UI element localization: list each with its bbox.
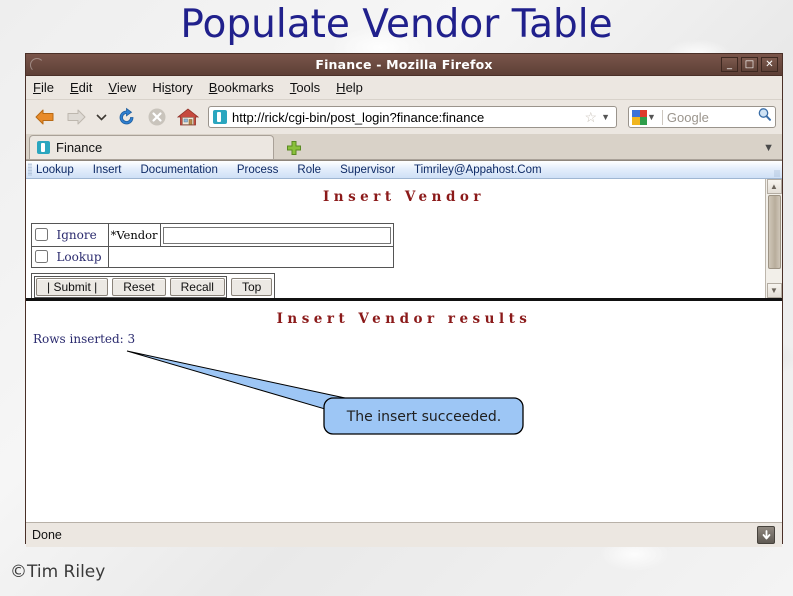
close-button[interactable]: ✕ [761, 57, 778, 72]
menu-history[interactable]: History [152, 80, 192, 95]
tab-strip: Finance ▼ [26, 134, 782, 160]
search-input[interactable]: Google [667, 110, 757, 125]
search-engine-chevron-down-icon[interactable]: ▼ [647, 112, 656, 122]
appnav-item-process[interactable]: Process [237, 164, 279, 176]
tab-list-chevron-down-icon[interactable]: ▼ [763, 142, 774, 154]
reload-icon[interactable] [113, 104, 139, 130]
scroll-up-icon[interactable]: ▲ [766, 179, 782, 194]
vendor-input[interactable] [162, 226, 391, 244]
tab-label: Finance [56, 140, 103, 155]
tab-finance[interactable]: Finance [29, 135, 274, 159]
appnav-item-documentation[interactable]: Documentation [141, 164, 218, 176]
menu-help[interactable]: Help [336, 80, 363, 95]
page-content: Lookup Insert Documentation Process Role… [26, 160, 782, 522]
form-heading: Insert Vendor [322, 189, 486, 205]
form-buttons-bar: | Submit | Reset Recall Top [31, 273, 276, 298]
navigation-toolbar: http://rick/cgi-bin/post_login?finance:f… [26, 100, 782, 134]
appnav-item-lookup[interactable]: Lookup [36, 164, 74, 176]
search-divider [661, 109, 663, 125]
search-bar[interactable]: ▼ Google [628, 106, 776, 128]
ignore-checkbox[interactable] [35, 228, 48, 242]
submit-button[interactable]: | Submit | [36, 278, 109, 296]
rows-inserted-text: Rows inserted: 3 [33, 332, 136, 346]
menu-view[interactable]: View [108, 80, 136, 95]
google-icon[interactable] [632, 109, 647, 125]
callout-text: The insert succeeded. [346, 409, 502, 425]
ignore-checkbox-cell[interactable]: Ignore [31, 223, 109, 247]
status-bar: Done [26, 522, 782, 547]
home-icon[interactable] [175, 104, 201, 130]
menu-file-rest: ile [40, 80, 54, 95]
browser-window: Finance - Mozilla Firefox _ □ ✕ File Edi… [25, 53, 783, 547]
insert-form-frame: Insert Vendor Ignore *Vendor Lookup | Su… [26, 179, 782, 301]
lookup-checkbox[interactable] [35, 250, 48, 264]
menu-bar: File Edit View History Bookmarks Tools H… [26, 76, 782, 100]
scroll-thumb[interactable] [767, 195, 781, 269]
scroll-down-icon[interactable]: ▼ [766, 283, 782, 298]
maximize-button[interactable]: □ [741, 57, 758, 72]
page-title: Populate Vendor Table [180, 2, 613, 47]
status-text: Done [32, 528, 62, 542]
download-arrow-icon[interactable] [757, 526, 775, 544]
primary-button-group: | Submit | Reset Recall [34, 276, 227, 298]
lookup-checkbox-cell[interactable]: Lookup [31, 246, 109, 268]
insert-form-table: Ignore *Vendor Lookup [31, 223, 394, 268]
star-icon[interactable]: ☆ [585, 109, 598, 126]
table-row: Lookup [31, 246, 394, 268]
toolbar-grip-icon[interactable] [28, 163, 32, 176]
window-title: Finance - Mozilla Firefox [315, 57, 493, 72]
menu-file[interactable]: File [33, 80, 54, 95]
appnav-item-supervisor[interactable]: Supervisor [340, 164, 395, 176]
magnifier-icon[interactable] [757, 107, 772, 127]
menu-edit[interactable]: Edit [70, 80, 92, 95]
history-dropdown-chevron-down-icon[interactable] [94, 104, 108, 130]
vendor-field-cell [159, 223, 394, 247]
top-button[interactable]: Top [230, 278, 273, 296]
scroll-track[interactable] [767, 194, 782, 283]
lookup-label: Lookup [56, 250, 102, 264]
appnav-item-user-email[interactable]: Timriley@Appahost.Com [414, 164, 542, 176]
reset-button[interactable]: Reset [112, 278, 166, 296]
new-tab-button[interactable] [282, 137, 306, 159]
minimize-button[interactable]: _ [721, 57, 738, 72]
stop-icon [144, 104, 170, 130]
resize-grip-icon[interactable] [774, 170, 780, 177]
empty-cell [107, 246, 394, 268]
vendor-field-label: *Vendor [107, 223, 161, 247]
window-controls: _ □ ✕ [721, 57, 778, 72]
table-row: Ignore *Vendor [31, 223, 394, 247]
recall-button[interactable]: Recall [169, 278, 225, 296]
back-arrow-icon[interactable] [32, 104, 58, 130]
appnav-item-role[interactable]: Role [297, 164, 321, 176]
ignore-label: Ignore [56, 228, 97, 242]
tab-favicon-icon [37, 141, 50, 154]
app-nav-bar: Lookup Insert Documentation Process Role… [26, 161, 782, 179]
menu-tools[interactable]: Tools [290, 80, 320, 95]
window-titlebar: Finance - Mozilla Firefox _ □ ✕ [26, 54, 782, 76]
results-heading: Insert Vendor results [276, 311, 532, 327]
menu-bookmarks[interactable]: Bookmarks [209, 80, 274, 95]
forward-arrow-icon [63, 104, 89, 130]
page-favicon-icon [213, 110, 227, 124]
url-chevron-down-icon[interactable]: ▼ [601, 112, 610, 122]
url-bar[interactable]: http://rick/cgi-bin/post_login?finance:f… [208, 106, 617, 128]
frame-scrollbar[interactable]: ▲ ▼ [765, 179, 782, 298]
url-input[interactable]: http://rick/cgi-bin/post_login?finance:f… [232, 110, 581, 125]
appnav-item-insert[interactable]: Insert [93, 164, 122, 176]
slide-footer: ©Tim Riley [10, 562, 106, 582]
